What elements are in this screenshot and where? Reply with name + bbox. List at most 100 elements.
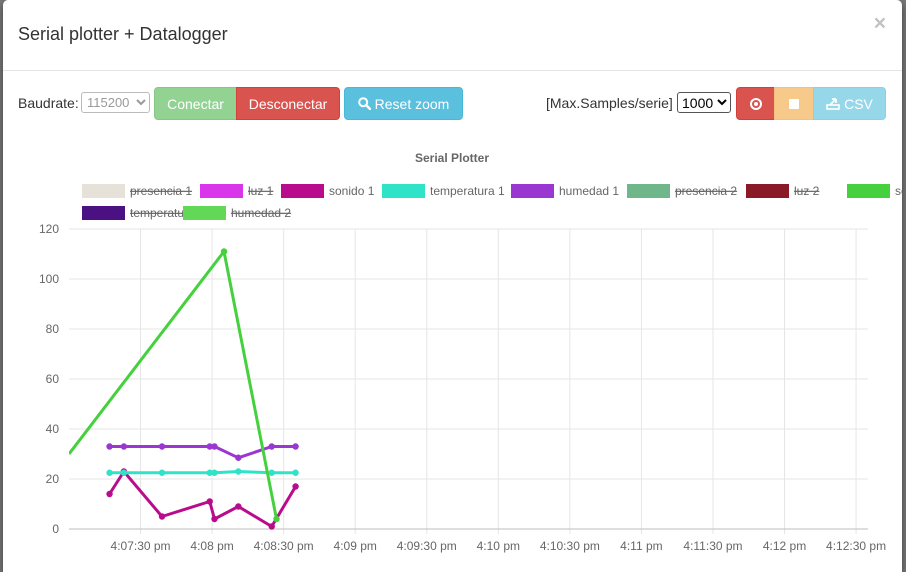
legend-swatch [847,184,890,198]
x-tick-label: 4:10:30 pm [540,539,600,553]
chart-plot [69,248,299,530]
legend-swatch [200,184,243,198]
disconnect-button[interactable]: Desconectar [236,87,340,120]
chart-area: Serial Plotter presencia 1 luz 1 sonido 1 t… [3,145,902,572]
export-icon [826,98,840,110]
legend-swatch [183,206,226,220]
data-point[interactable] [235,503,242,510]
x-tick-label: 4:10 pm [477,539,520,553]
max-samples-label: [Max.Samples/serie] [546,95,673,111]
legend-label: humedad 1 [559,184,619,198]
data-point[interactable] [211,443,218,450]
data-point[interactable] [268,523,275,530]
legend-swatch [746,184,789,198]
stop-icon [789,98,799,109]
x-tick-label: 4:08:30 pm [254,539,314,553]
record-button[interactable] [736,87,775,120]
chart-axes: 0 20 40 60 80 100 120 4:07:30 pm 4:08 pm 4:08:30 … [39,222,886,553]
toolbar: Baudrate: 115200 Conectar Desconectar Re… [3,86,902,122]
y-tick-label: 100 [39,272,59,286]
legend-item[interactable]: luz 2 [746,184,820,198]
legend-item[interactable]: luz 1 [200,184,274,198]
y-tick-label: 120 [39,222,59,236]
baudrate-select[interactable]: 115200 [81,92,150,113]
legend-label: humedad 2 [231,206,291,220]
legend-swatch [82,184,125,198]
baudrate-label: Baudrate: [18,95,79,111]
data-point[interactable] [120,469,128,476]
legend-item[interactable]: temperatura 1 [382,184,505,198]
data-point[interactable] [268,443,275,450]
data-point[interactable] [292,469,299,476]
data-point[interactable] [235,454,242,461]
legend-item[interactable]: humedad 1 [511,184,619,198]
x-tick-label: 4:12 pm [763,539,806,553]
series-layer [69,248,299,530]
x-tick-label: 4:07:30 pm [111,539,171,553]
csv-label: CSV [844,95,873,112]
search-icon [357,97,371,110]
x-tick-label: 4:11 pm [620,539,662,553]
legend-item[interactable]: sonido 2 [847,184,902,198]
chart-grid [69,228,868,534]
data-point[interactable] [211,515,218,523]
legend-label: sonido 1 [329,184,375,198]
close-button[interactable]: × [874,13,886,34]
data-point[interactable] [106,469,113,476]
data-point[interactable] [292,483,299,490]
legend-swatch [627,184,670,198]
legend-swatch [511,184,554,198]
legend-label: temperatura 1 [430,184,505,198]
legend-swatch [82,206,125,220]
stop-button[interactable] [774,87,814,120]
serial-plot-chart[interactable]: Serial Plotter presencia 1 luz 1 sonido 1 t… [3,145,902,572]
y-tick-label: 0 [52,522,59,536]
modal-header: Serial plotter + Datalogger × [3,0,902,71]
serial-plotter-modal: Serial plotter + Datalogger × Baudrate: … [3,0,902,572]
chart-title: Serial Plotter [415,151,489,165]
chart-legend: presencia 1 luz 1 sonido 1 temperatura 1 hum… [82,184,902,220]
y-tick-label: 80 [46,322,60,336]
x-tick-label: 4:08 pm [190,539,233,553]
legend-item[interactable]: humedad 2 [183,206,291,220]
legend-label: presencia 2 [675,184,737,198]
data-point[interactable] [158,443,166,450]
data-point[interactable] [220,248,228,255]
y-tick-label: 20 [46,472,60,486]
data-point[interactable] [235,468,242,475]
data-point[interactable] [268,469,275,476]
data-point[interactable] [120,443,128,450]
data-point[interactable] [273,515,280,523]
legend-label: luz 2 [794,184,820,198]
series-line [109,445,296,460]
modal-title: Serial plotter + Datalogger [18,24,228,44]
connect-button[interactable]: Conectar [154,87,237,120]
data-point[interactable] [292,443,299,450]
reset-zoom-label: Reset zoom [374,95,450,112]
x-tick-label: 4:12:30 pm [826,539,886,553]
legend-swatch [382,184,425,198]
reset-zoom-button[interactable]: Reset zoom [344,87,463,120]
max-samples-select[interactable]: 1000 [677,92,731,113]
legend-swatch [281,184,324,198]
x-tick-label: 4:09:30 pm [397,539,457,553]
legend-item[interactable]: presencia 2 [627,184,737,198]
disconnect-label: Desconectar [248,95,328,112]
legend-label: presencia 1 [130,184,192,198]
x-tick-label: 4:09 pm [334,539,377,553]
data-point[interactable] [106,443,113,450]
legend-label: luz 1 [248,184,274,198]
y-tick-label: 60 [46,372,60,386]
legend-item[interactable]: sonido 1 [281,184,375,198]
legend-item[interactable]: presencia 1 [82,184,192,198]
data-point[interactable] [106,490,113,498]
data-point[interactable] [206,498,213,505]
data-point[interactable] [158,469,166,476]
record-icon [749,97,762,110]
csv-export-button[interactable]: CSV [813,87,886,120]
y-tick-label: 40 [46,422,60,436]
x-tick-label: 4:11:30 pm [683,539,742,553]
data-point[interactable] [211,469,218,476]
data-point[interactable] [158,513,166,520]
connect-label: Conectar [167,95,224,112]
